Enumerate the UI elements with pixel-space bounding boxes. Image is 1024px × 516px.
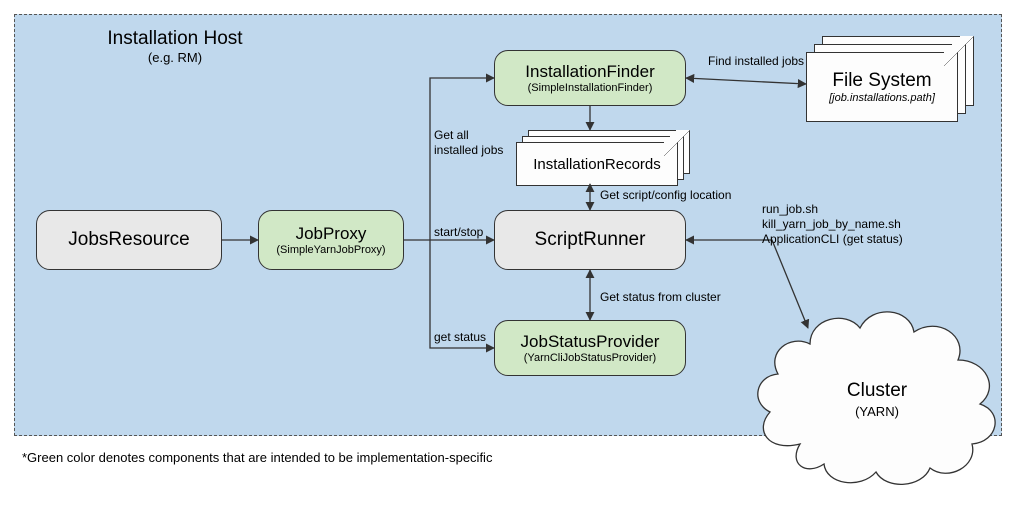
edge-get-status: get status xyxy=(434,330,486,345)
node-script-runner: ScriptRunner xyxy=(494,210,686,270)
diagram-canvas: Installation Host (e.g. RM) JobsResource… xyxy=(0,0,1024,516)
node-label: JobsResource xyxy=(68,229,189,251)
edge-start-stop: start/stop xyxy=(434,225,483,240)
node-job-status-provider: JobStatusProvider (YarnCliJobStatusProvi… xyxy=(494,320,686,376)
edge-find-installed-jobs: Find installed jobs xyxy=(708,54,804,69)
installation-host-title: Installation Host xyxy=(90,28,260,50)
node-job-proxy: JobProxy (SimpleYarnJobProxy) xyxy=(258,210,404,270)
edge-script-runner-commands: run_job.sh kill_yarn_job_by_name.sh Appl… xyxy=(762,202,903,247)
node-sublabel: (YARN) xyxy=(748,404,1006,419)
node-label: ScriptRunner xyxy=(535,229,646,251)
node-label: JobStatusProvider xyxy=(521,332,660,352)
node-label: InstallationRecords xyxy=(533,156,661,173)
footnote: *Green color denotes components that are… xyxy=(22,450,492,465)
node-label: Cluster xyxy=(748,380,1006,402)
edge-get-status-from-cluster: Get status from cluster xyxy=(600,290,721,305)
node-label: InstallationFinder xyxy=(525,62,654,82)
node-label: JobProxy xyxy=(296,224,367,244)
node-sublabel: [job.installations.path] xyxy=(829,92,935,104)
node-file-system: File System [job.installations.path] xyxy=(806,36,978,122)
node-installation-records: InstallationRecords xyxy=(516,130,690,184)
edge-get-script-config: Get script/config location xyxy=(600,188,731,203)
node-sublabel: (YarnCliJobStatusProvider) xyxy=(524,352,656,364)
node-installation-finder: InstallationFinder (SimpleInstallationFi… xyxy=(494,50,686,106)
node-sublabel: (SimpleInstallationFinder) xyxy=(528,82,653,94)
node-sublabel: (SimpleYarnJobProxy) xyxy=(276,244,385,256)
node-cluster: Cluster (YARN) xyxy=(748,284,1006,490)
edge-get-all-installed-jobs: Get all installed jobs xyxy=(434,128,503,158)
node-label: File System xyxy=(832,70,931,92)
installation-host-subtitle: (e.g. RM) xyxy=(90,50,260,65)
node-jobs-resource: JobsResource xyxy=(36,210,222,270)
